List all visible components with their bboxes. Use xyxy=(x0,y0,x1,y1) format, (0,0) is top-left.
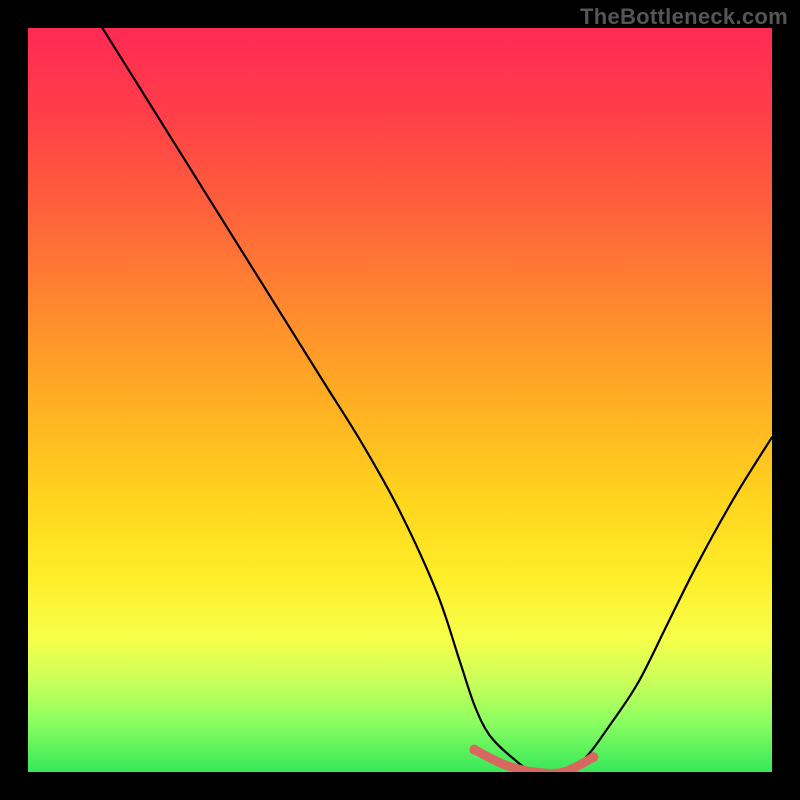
plot-area xyxy=(28,28,772,772)
watermark-text: TheBottleneck.com xyxy=(580,4,788,30)
chart-svg xyxy=(28,28,772,772)
bottleneck-curve xyxy=(102,28,772,772)
optimal-range-end-dot xyxy=(588,752,598,762)
chart-frame: TheBottleneck.com xyxy=(0,0,800,800)
optimal-range-line xyxy=(474,750,593,772)
optimal-range-start-dot xyxy=(469,745,479,755)
